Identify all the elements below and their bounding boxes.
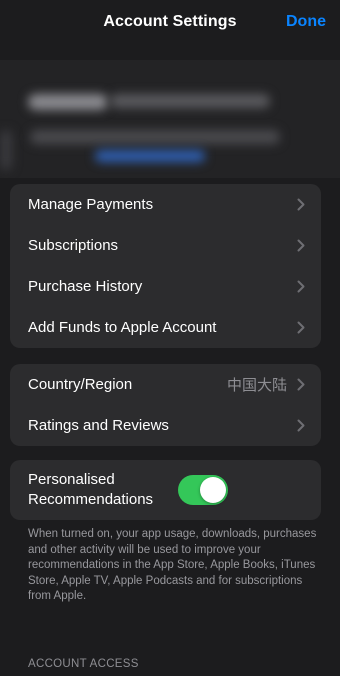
navigation-bar: Account Settings Done — [0, 0, 340, 46]
recommendations-group: Personalised Recommendations — [10, 460, 321, 520]
country-region-row[interactable]: Country/Region 中国大陆 — [10, 364, 321, 405]
blurred-name-extra — [110, 94, 270, 108]
chevron-right-icon — [295, 198, 307, 212]
blurred-name — [28, 94, 108, 110]
chevron-right-icon — [295, 419, 307, 433]
chevron-right-icon — [295, 239, 307, 253]
add-funds-row[interactable]: Add Funds to Apple Account — [10, 307, 321, 348]
subscriptions-row[interactable]: Subscriptions — [10, 225, 321, 266]
row-label: Add Funds to Apple Account — [28, 319, 217, 336]
chevron-right-icon — [295, 378, 307, 392]
chevron-right-icon — [295, 280, 307, 294]
row-label: Country/Region — [28, 376, 133, 393]
purchase-history-row[interactable]: Purchase History — [10, 266, 321, 307]
account-access-header: ACCOUNT ACCESS — [28, 658, 139, 670]
blurred-link — [95, 150, 205, 162]
blurred-email — [30, 130, 280, 144]
row-label: Subscriptions — [28, 237, 119, 254]
row-label: Purchase History — [28, 278, 143, 295]
manage-payments-row[interactable]: Manage Payments — [10, 184, 321, 225]
blurred-account-header — [0, 60, 340, 178]
personalised-recommendations-toggle[interactable] — [178, 475, 228, 505]
payments-group: Manage Payments Subscriptions Purchase H… — [10, 184, 321, 348]
account-settings-screen: Account Settings Done Manage Payments Su… — [0, 0, 340, 676]
chevron-right-icon — [295, 321, 307, 335]
recommendations-footnote: When turned on, your app usage, download… — [28, 528, 317, 602]
toggle-knob — [200, 477, 226, 503]
personalised-recommendations-label: Personalised Recommendations — [28, 471, 154, 508]
personalised-recommendations-row: Personalised Recommendations — [10, 460, 321, 520]
country-region-value: 中国大陆 — [226, 377, 287, 394]
blurred-edge — [0, 130, 12, 170]
ratings-reviews-row[interactable]: Ratings and Reviews — [10, 405, 321, 446]
done-button[interactable]: Done — [286, 13, 326, 31]
row-label: Manage Payments — [28, 196, 154, 213]
region-group: Country/Region 中国大陆 Ratings and Reviews — [10, 364, 321, 446]
row-label: Ratings and Reviews — [28, 417, 169, 434]
